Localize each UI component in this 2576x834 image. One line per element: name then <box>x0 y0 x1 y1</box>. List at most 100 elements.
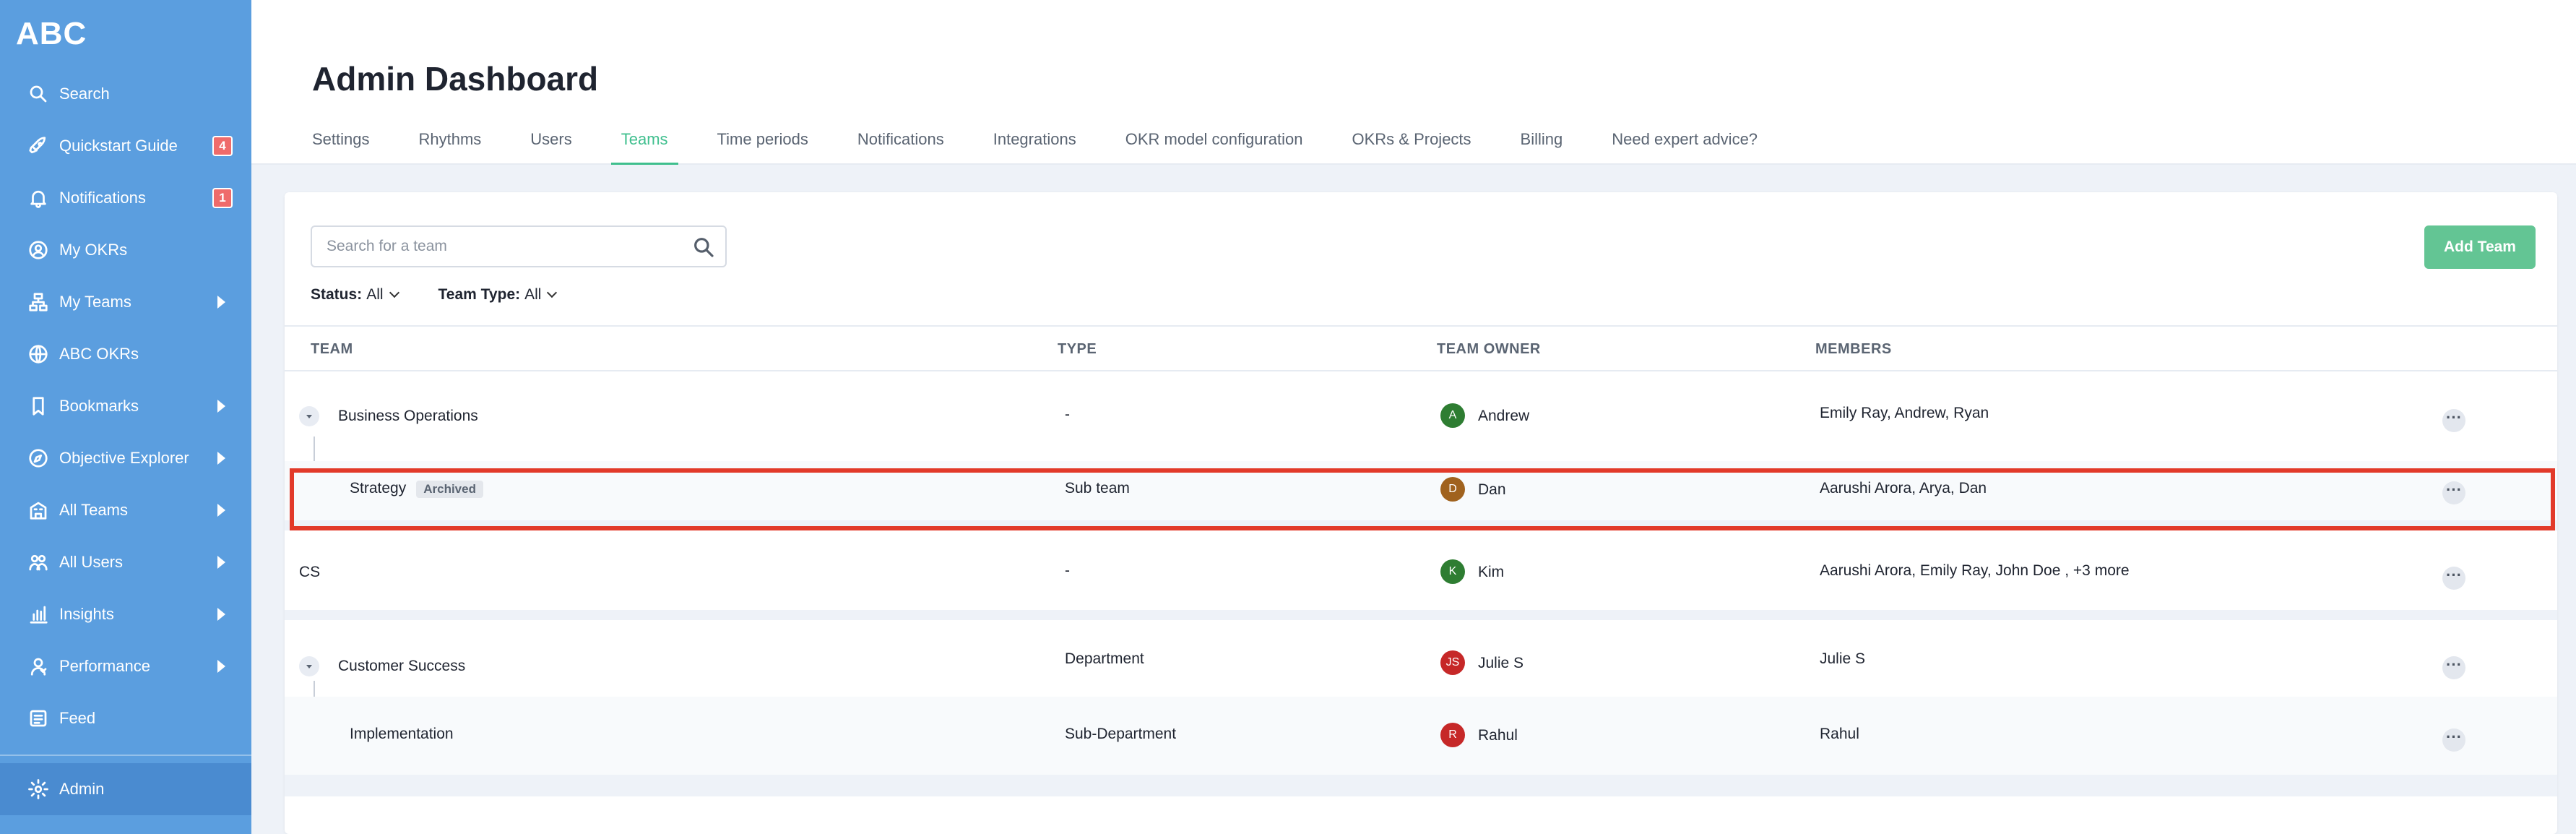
team-type: Department <box>1065 650 1144 667</box>
sidebar-item-all-users[interactable]: All Users <box>0 536 251 588</box>
add-team-button[interactable]: Add Team <box>2424 225 2536 269</box>
team-owner: Julie S <box>1478 655 1524 671</box>
sidebar-item-label: My Teams <box>59 293 131 311</box>
tab-teams[interactable]: Teams <box>610 126 678 165</box>
avatar: K <box>1440 559 1465 584</box>
sidebar-item-feed[interactable]: Feed <box>0 692 251 744</box>
sidebar-item-label: All Teams <box>59 501 128 519</box>
highlight-box <box>290 468 2555 530</box>
filter-label: Status: <box>311 286 363 303</box>
avatar: A <box>1440 403 1465 428</box>
users-icon <box>27 551 49 573</box>
admin-tabs: Settings Rhythms Users Teams Time period… <box>312 126 1807 165</box>
search-icon <box>27 83 49 105</box>
tab-settings[interactable]: Settings <box>312 126 370 165</box>
row-separator <box>285 610 2557 620</box>
status-filter[interactable]: Status: All <box>311 286 399 304</box>
table-header: TEAM TYPE TEAM OWNER MEMBERS <box>285 325 2557 371</box>
column-header-type[interactable]: TYPE <box>1058 341 1097 358</box>
rocket-icon <box>27 135 49 157</box>
sidebar-item-my-okrs[interactable]: My OKRs <box>0 224 251 276</box>
sidebar-item-insights[interactable]: Insights <box>0 588 251 640</box>
team-members: Emily Ray, Andrew, Ryan <box>1820 405 1989 421</box>
chevron-right-icon <box>217 660 225 673</box>
sidebar-item-notifications[interactable]: Notifications 1 <box>0 172 251 224</box>
sidebar-item-abc-okrs[interactable]: ABC OKRs <box>0 328 251 380</box>
table-row[interactable]: Business Operations - A Andrew Emily Ray… <box>285 373 2557 496</box>
table-row[interactable]: Customer Success Department JS Julie S J… <box>285 620 2557 737</box>
team-owner: Rahul <box>1478 727 1518 744</box>
sidebar-item-performance[interactable]: Performance <box>0 640 251 692</box>
avatar: R <box>1440 723 1465 747</box>
tab-integrations[interactable]: Integrations <box>993 126 1076 165</box>
sidebar-item-label: Notifications <box>59 189 146 207</box>
sidebar: ABC Search Quickstart Guide 4 Notificati… <box>0 0 251 834</box>
more-options-icon[interactable]: ··· <box>2442 567 2465 590</box>
more-options-icon[interactable]: ··· <box>2442 409 2465 432</box>
building-icon <box>27 499 49 521</box>
chevron-right-icon <box>217 556 225 569</box>
team-type: - <box>1065 562 1070 579</box>
search-input[interactable] <box>327 236 673 257</box>
tab-time-periods[interactable]: Time periods <box>717 126 808 165</box>
expand-toggle-icon[interactable] <box>299 406 319 426</box>
sidebar-item-bookmarks[interactable]: Bookmarks <box>0 380 251 432</box>
feed-icon <box>27 708 49 729</box>
bar-chart-icon <box>27 603 49 625</box>
tab-need-expert-advice[interactable]: Need expert advice? <box>1612 126 1758 165</box>
team-type: Sub-Department <box>1065 726 1177 742</box>
team-name[interactable]: Implementation <box>350 726 454 743</box>
tab-okr-model-configuration[interactable]: OKR model configuration <box>1125 126 1303 165</box>
sidebar-item-objective-explorer[interactable]: Objective Explorer <box>0 432 251 484</box>
filter-value: All <box>366 286 384 303</box>
team-type-filter[interactable]: Team Type: All <box>438 286 558 304</box>
filter-value: All <box>524 286 542 303</box>
teams-table: TEAM TYPE TEAM OWNER MEMBERS Business Op… <box>285 325 2557 796</box>
gear-icon <box>27 778 49 800</box>
more-options-icon[interactable]: ··· <box>2442 656 2465 679</box>
sidebar-item-my-teams[interactable]: My Teams <box>0 276 251 328</box>
sidebar-item-label: All Users <box>59 553 124 571</box>
tab-users[interactable]: Users <box>530 126 571 165</box>
sidebar-item-label: Search <box>59 85 110 103</box>
tab-notifications[interactable]: Notifications <box>857 126 944 165</box>
team-tree-icon <box>27 291 49 313</box>
sidebar-nav: Search Quickstart Guide 4 Notifications … <box>0 68 251 744</box>
expand-toggle-icon[interactable] <box>299 656 319 676</box>
performance-icon <box>27 655 49 677</box>
tab-okrs-projects[interactable]: OKRs & Projects <box>1352 126 1471 165</box>
team-members: Julie S <box>1820 650 1866 667</box>
compass-icon <box>27 447 49 469</box>
page-title: Admin Dashboard <box>312 60 599 98</box>
search-icon[interactable] <box>692 236 715 259</box>
sidebar-item-label: My OKRs <box>59 241 128 259</box>
sidebar-item-label: Bookmarks <box>59 397 139 415</box>
sidebar-item-search[interactable]: Search <box>0 68 251 120</box>
filter-label: Team Type: <box>438 286 521 303</box>
brand-logo[interactable]: ABC <box>16 16 87 52</box>
team-name[interactable]: CS <box>299 564 320 581</box>
chevron-right-icon <box>217 504 225 517</box>
sidebar-item-all-teams[interactable]: All Teams <box>0 484 251 536</box>
sidebar-item-admin-container: Admin <box>0 763 251 815</box>
column-header-team-owner[interactable]: TEAM OWNER <box>1437 341 1541 358</box>
bookmark-icon <box>27 395 49 417</box>
team-name[interactable]: Business Operations <box>338 408 478 425</box>
column-header-team[interactable]: TEAM <box>311 341 353 358</box>
sidebar-item-label: Insights <box>59 605 114 623</box>
sidebar-item-quickstart-guide[interactable]: Quickstart Guide 4 <box>0 120 251 172</box>
tab-billing[interactable]: Billing <box>1521 126 1563 165</box>
more-options-icon[interactable]: ··· <box>2442 728 2465 752</box>
column-header-members[interactable]: MEMBERS <box>1815 341 1892 358</box>
team-name[interactable]: Customer Success <box>338 658 465 675</box>
chevron-down-icon <box>547 287 558 298</box>
team-members: Aarushi Arora, Emily Ray, John Doe , +3 … <box>1820 562 2130 579</box>
sidebar-item-label: Feed <box>59 709 96 727</box>
chevron-right-icon <box>217 400 225 413</box>
table-row[interactable]: CS - K Kim Aarushi Arora, Emily Ray, Joh… <box>285 530 2557 610</box>
chevron-right-icon <box>217 296 225 309</box>
user-circle-icon <box>27 239 49 261</box>
table-row[interactable]: Implementation Sub-Department R Rahul Ra… <box>285 697 2557 775</box>
tab-rhythms[interactable]: Rhythms <box>419 126 482 165</box>
sidebar-item-admin[interactable]: Admin <box>0 763 251 815</box>
